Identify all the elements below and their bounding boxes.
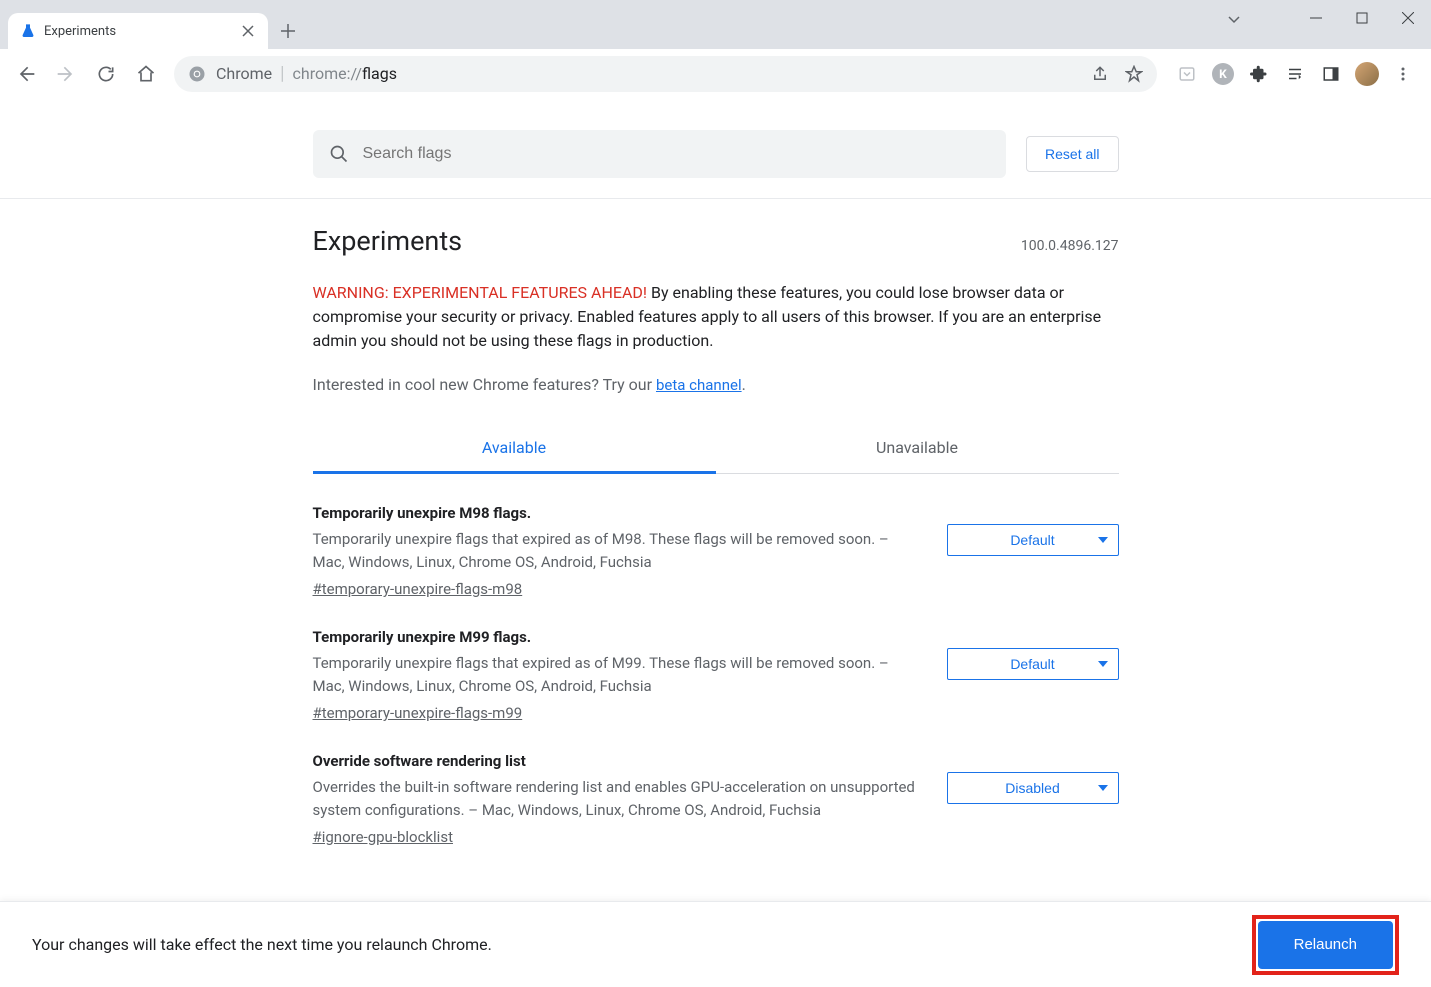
relaunch-bar: Your changes will take effect the next t… bbox=[0, 901, 1431, 987]
chrome-version: 100.0.4896.127 bbox=[1021, 238, 1119, 254]
tab-title: Experiments bbox=[44, 24, 240, 39]
flag-description: Temporarily unexpire flags that expired … bbox=[313, 652, 923, 697]
relaunch-highlight: Relaunch bbox=[1252, 915, 1399, 975]
beta-channel-link[interactable]: beta channel bbox=[656, 376, 742, 394]
search-icon bbox=[329, 144, 349, 164]
flag-permalink[interactable]: #temporary-unexpire-flags-m99 bbox=[313, 704, 523, 722]
window-controls bbox=[1293, 0, 1431, 36]
search-flags-box[interactable] bbox=[313, 130, 1007, 178]
flask-icon bbox=[20, 23, 36, 39]
extensions-button[interactable] bbox=[1247, 62, 1271, 86]
url-prefix: chrome:// bbox=[293, 64, 362, 83]
browser-tab[interactable]: Experiments bbox=[8, 13, 268, 49]
extension-icons: K bbox=[1167, 62, 1423, 86]
page-content[interactable]: Reset all Experiments 100.0.4896.127 WAR… bbox=[0, 99, 1431, 901]
reload-button[interactable] bbox=[88, 56, 124, 92]
url-path: flags bbox=[362, 64, 397, 83]
url-origin-label: Chrome bbox=[216, 64, 272, 83]
flag-select[interactable]: Default bbox=[947, 524, 1119, 556]
profile-avatar[interactable] bbox=[1355, 62, 1379, 86]
flag-item: Temporarily unexpire M99 flags. Temporar… bbox=[313, 598, 1119, 722]
side-panel-icon[interactable] bbox=[1319, 62, 1343, 86]
flag-description: Overrides the built-in software renderin… bbox=[313, 776, 923, 821]
flag-title: Temporarily unexpire M98 flags. bbox=[313, 504, 923, 522]
flag-item: Override software rendering list Overrid… bbox=[313, 722, 1119, 846]
bookmark-icon[interactable] bbox=[1125, 65, 1143, 83]
address-bar[interactable]: Chrome | chrome://flags bbox=[174, 56, 1157, 92]
chrome-menu-icon[interactable] bbox=[1391, 62, 1415, 86]
share-icon[interactable] bbox=[1091, 65, 1109, 83]
flag-description: Temporarily unexpire flags that expired … bbox=[313, 528, 923, 573]
minimize-button[interactable] bbox=[1293, 0, 1339, 36]
back-button[interactable] bbox=[8, 56, 44, 92]
tab-close-icon[interactable] bbox=[240, 23, 256, 39]
tab-available[interactable]: Available bbox=[313, 424, 716, 474]
flag-title: Temporarily unexpire M99 flags. bbox=[313, 628, 923, 646]
tab-unavailable[interactable]: Unavailable bbox=[716, 424, 1119, 473]
page-title: Experiments bbox=[313, 225, 463, 257]
flag-tabs: Available Unavailable bbox=[313, 424, 1119, 474]
warning-text: WARNING: EXPERIMENTAL FEATURES AHEAD! By… bbox=[313, 281, 1119, 353]
tab-search-icon[interactable] bbox=[1227, 12, 1241, 26]
flag-select[interactable]: Disabled bbox=[947, 772, 1119, 804]
flag-item: Temporarily unexpire M98 flags. Temporar… bbox=[313, 474, 1119, 598]
home-button[interactable] bbox=[128, 56, 164, 92]
forward-button[interactable] bbox=[48, 56, 84, 92]
relaunch-button[interactable]: Relaunch bbox=[1258, 921, 1393, 969]
flag-permalink[interactable]: #temporary-unexpire-flags-m98 bbox=[313, 580, 523, 598]
titlebar: Experiments bbox=[0, 0, 1431, 49]
reading-list-icon[interactable] bbox=[1283, 62, 1307, 86]
beta-channel-text: Interested in cool new Chrome features? … bbox=[313, 375, 1119, 394]
flag-select[interactable]: Default bbox=[947, 648, 1119, 680]
close-window-button[interactable] bbox=[1385, 0, 1431, 36]
browser-toolbar: Chrome | chrome://flags K bbox=[0, 49, 1431, 99]
url-separator: | bbox=[280, 63, 284, 84]
maximize-button[interactable] bbox=[1339, 0, 1385, 36]
relaunch-message: Your changes will take effect the next t… bbox=[32, 935, 492, 954]
flag-permalink[interactable]: #ignore-gpu-blocklist bbox=[313, 828, 453, 846]
flag-title: Override software rendering list bbox=[313, 752, 923, 770]
chrome-icon bbox=[188, 65, 206, 83]
new-tab-button[interactable] bbox=[274, 17, 302, 45]
reset-all-button[interactable]: Reset all bbox=[1026, 136, 1118, 172]
extension-k-icon[interactable]: K bbox=[1211, 62, 1235, 86]
extension-pocket-icon[interactable] bbox=[1175, 62, 1199, 86]
search-flags-input[interactable] bbox=[363, 145, 991, 163]
